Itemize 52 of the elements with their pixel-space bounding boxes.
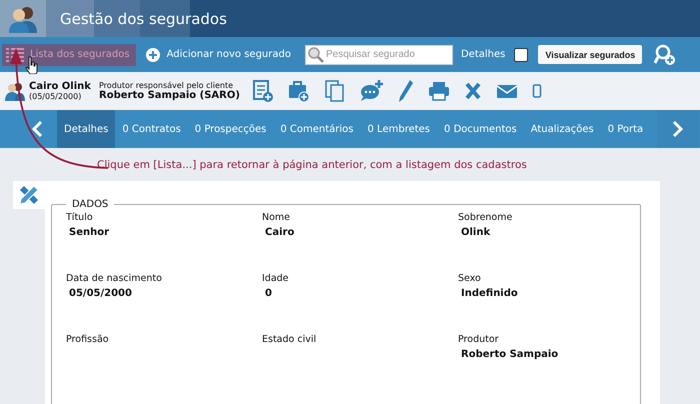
document-add-icon[interactable] (252, 79, 274, 103)
pencil-ruler-icon (18, 184, 40, 206)
client-avatar-icon (5, 81, 25, 101)
user-search-icon[interactable] (654, 44, 676, 66)
tab[interactable]: 0 Comentários (273, 110, 361, 148)
side-tab[interactable] (13, 181, 45, 209)
client-birth-date: (05/05/2000) (29, 92, 82, 101)
field-value: Roberto Sampaio (461, 349, 560, 360)
tab[interactable]: 0 Porta (600, 110, 650, 148)
details-checkbox[interactable] (514, 48, 528, 62)
producer-label: Produtor responsável pelo cliente (99, 81, 234, 90)
copy-icon[interactable] (324, 79, 346, 103)
plus-icon (146, 48, 160, 62)
field-value: Indefinido (461, 288, 519, 299)
details-label: Detalhes (460, 49, 506, 60)
search-box[interactable]: Pesquisar segurado (304, 44, 453, 64)
producer-name: Roberto Sampaio (SARO) (99, 90, 240, 101)
field-label: Produtor (458, 334, 500, 345)
field-value: Olink (461, 227, 492, 238)
add-button[interactable]: Adicionar novo segurado (146, 48, 291, 62)
printer-icon[interactable] (428, 79, 450, 103)
tab[interactable]: Detalhes (57, 110, 116, 148)
chevron-left-icon (31, 120, 43, 138)
briefcase-add-icon[interactable] (288, 79, 310, 103)
field-label: Sobrenome (458, 212, 514, 223)
tab[interactable]: 0 Contratos (115, 110, 188, 148)
field-label: Título (66, 212, 94, 223)
field-label: Sexo (458, 273, 482, 284)
tab[interactable]: 0 Lembretes (360, 110, 438, 148)
tab[interactable]: 0 Documentos (437, 110, 524, 148)
field-value: Senhor (69, 227, 110, 238)
field-label: Idade (262, 273, 290, 284)
comment-add-icon[interactable] (360, 79, 384, 103)
section-title: DADOS (71, 199, 110, 210)
client-name: Cairo Olink (29, 81, 92, 92)
tab[interactable]: Atualizações (524, 110, 601, 148)
search-icon (308, 46, 324, 62)
field-value: 0 (265, 288, 273, 299)
field-label: Data de nascimento (66, 273, 163, 284)
tab[interactable]: 0 Prospecções (188, 110, 274, 148)
page-title: Gestão dos segurados (60, 10, 227, 28)
field-value: Cairo (265, 227, 296, 238)
field-label: Nome (262, 212, 292, 223)
field-label: Profissão (66, 334, 110, 345)
field-label: Estado civil (262, 334, 318, 345)
hand-cursor-icon (25, 56, 39, 74)
pen-icon[interactable] (398, 79, 414, 103)
list-button[interactable]: Lista dos segurados (2, 44, 136, 66)
field-value: 05/05/2000 (69, 288, 133, 299)
chevron-right-icon (672, 120, 684, 138)
view-button[interactable]: Visualizar segurados (538, 45, 642, 64)
next-tab-button[interactable] (657, 110, 699, 148)
